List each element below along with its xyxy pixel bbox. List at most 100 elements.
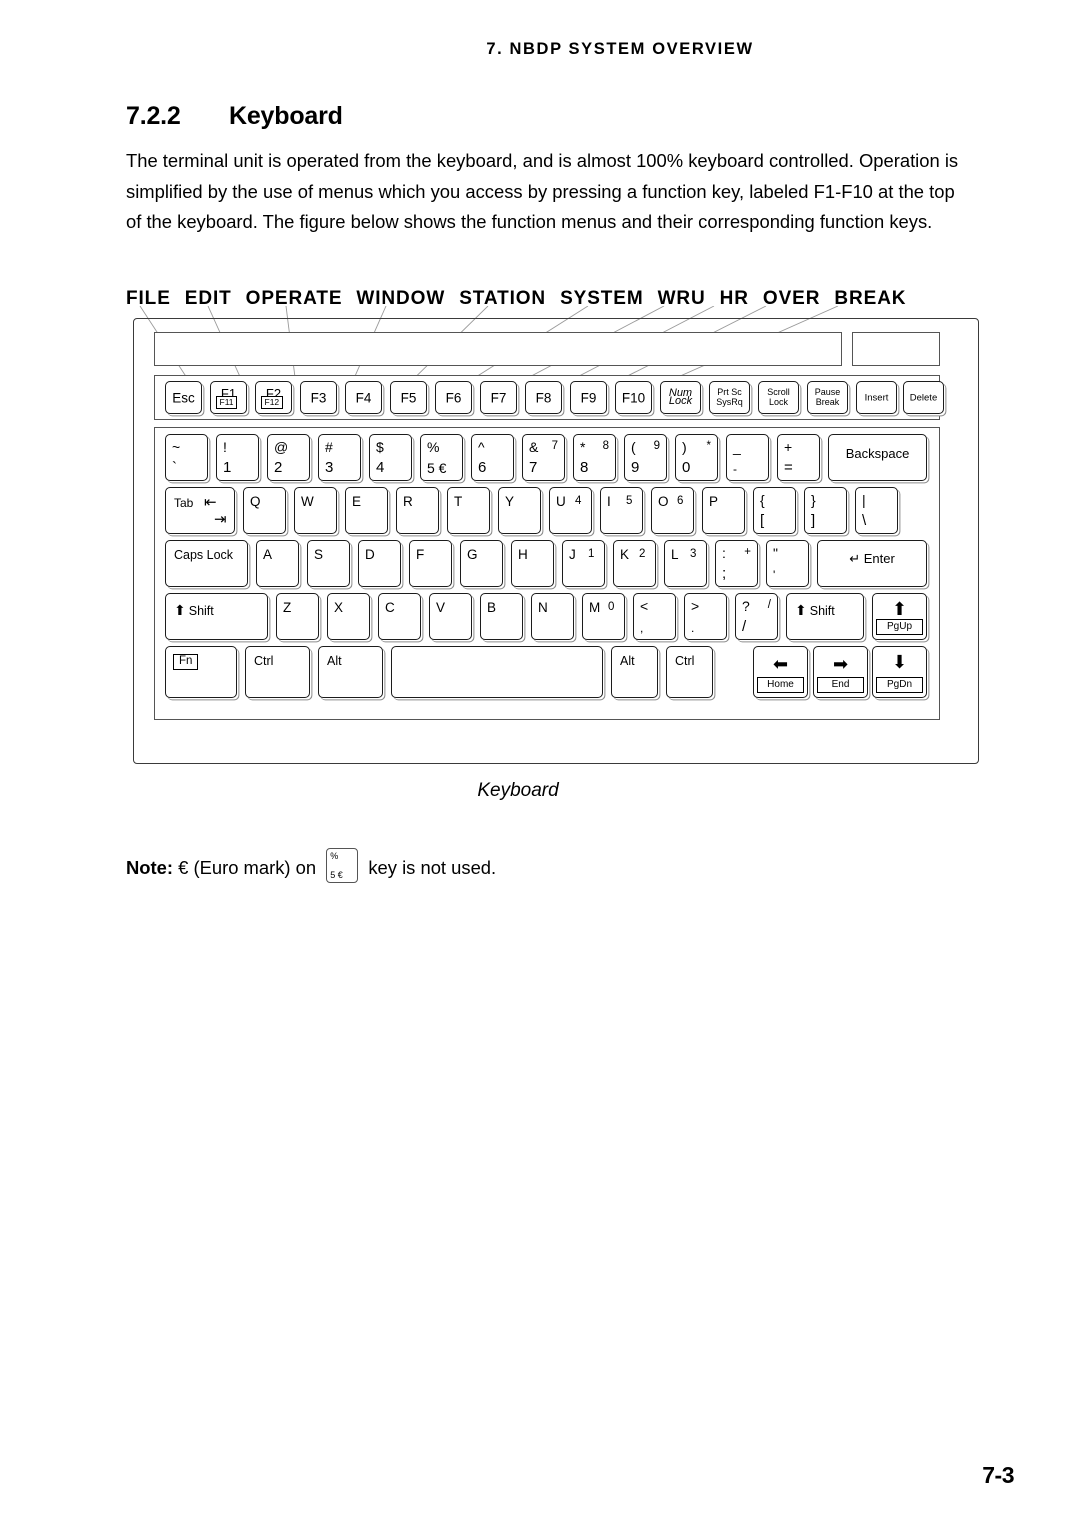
menu-item-over: OVER bbox=[762, 288, 821, 309]
key-esc[interactable]: Esc bbox=[165, 381, 202, 414]
key-3[interactable]: # 3 bbox=[318, 434, 361, 481]
key-z[interactable]: Z bbox=[276, 593, 319, 640]
key-p[interactable]: P bbox=[702, 487, 745, 534]
figure-caption: Keyboard bbox=[477, 780, 559, 801]
key-o[interactable]: O 6 bbox=[651, 487, 694, 534]
key-scroll-lock[interactable]: Scroll Lock bbox=[758, 381, 799, 414]
key-i[interactable]: I 5 bbox=[600, 487, 643, 534]
key-backslash[interactable]: | \ bbox=[855, 487, 898, 534]
key-s[interactable]: S bbox=[307, 540, 350, 587]
key-period[interactable]: > . bbox=[684, 593, 727, 640]
key-c[interactable]: C bbox=[378, 593, 421, 640]
key-caps-lock[interactable]: Caps Lock bbox=[165, 540, 248, 587]
key-f7[interactable]: F7 bbox=[480, 381, 517, 414]
key-num-lock-line2: Lock bbox=[668, 395, 693, 407]
key-f3[interactable]: F3 bbox=[300, 381, 337, 414]
key-arrow-left[interactable]: ⬅ Home bbox=[753, 646, 808, 698]
key-6[interactable]: ^ 6 bbox=[471, 434, 514, 481]
note-text-before: € (Euro mark) on bbox=[178, 857, 317, 878]
key-fn[interactable]: Fn bbox=[165, 646, 237, 698]
key-n[interactable]: N bbox=[531, 593, 574, 640]
key-w[interactable]: W bbox=[294, 487, 337, 534]
running-head: 7. NBDP SYSTEM OVERVIEW bbox=[486, 40, 754, 58]
key-f8[interactable]: F8 bbox=[525, 381, 562, 414]
key-g[interactable]: G bbox=[460, 540, 503, 587]
key-b[interactable]: B bbox=[480, 593, 523, 640]
key-f10[interactable]: F10 bbox=[615, 381, 652, 414]
key-m[interactable]: M 0 bbox=[582, 593, 625, 640]
key-9[interactable]: ( 9 9 bbox=[624, 434, 667, 481]
key-7-lower: 7 bbox=[529, 459, 538, 476]
key-alt-left[interactable]: Alt bbox=[318, 646, 383, 698]
key-quote[interactable]: " ' bbox=[766, 540, 809, 587]
key-enter[interactable]: ↵ Enter bbox=[817, 540, 927, 587]
key-ctrl-right[interactable]: Ctrl bbox=[666, 646, 713, 698]
key-f6[interactable]: F6 bbox=[435, 381, 472, 414]
key-grave[interactable]: ~ ` bbox=[165, 434, 208, 481]
key-quote-upper: " bbox=[773, 545, 778, 561]
key-t[interactable]: T bbox=[447, 487, 490, 534]
key-0[interactable]: ) * 0 bbox=[675, 434, 718, 481]
key-delete[interactable]: Delete bbox=[903, 381, 944, 414]
key-a[interactable]: A bbox=[256, 540, 299, 587]
key-ctrl-left[interactable]: Ctrl bbox=[245, 646, 310, 698]
key-1[interactable]: ! 1 bbox=[216, 434, 259, 481]
key-j[interactable]: J 1 bbox=[562, 540, 605, 587]
key-y[interactable]: Y bbox=[498, 487, 541, 534]
key-equals[interactable]: + = bbox=[777, 434, 820, 481]
key-d[interactable]: D bbox=[358, 540, 401, 587]
key-bracket-right-lower: ] bbox=[811, 512, 816, 529]
key-f4[interactable]: F4 bbox=[345, 381, 382, 414]
key-arrow-down[interactable]: ⬇ PgDn bbox=[872, 646, 927, 698]
key-l[interactable]: L 3 bbox=[664, 540, 707, 587]
key-r[interactable]: R bbox=[396, 487, 439, 534]
key-backspace[interactable]: Backspace bbox=[828, 434, 927, 481]
key-comma[interactable]: < , bbox=[633, 593, 676, 640]
key-f5[interactable]: F5 bbox=[390, 381, 427, 414]
key-e[interactable]: E bbox=[345, 487, 388, 534]
key-shift-left[interactable]: ⬆ Shift bbox=[165, 593, 268, 640]
key-bracket-left[interactable]: { [ bbox=[753, 487, 796, 534]
key-pause-break[interactable]: Pause Break bbox=[807, 381, 848, 414]
key-num-lock[interactable]: Num Lock bbox=[660, 381, 701, 414]
menu-item-file: FILE bbox=[126, 288, 171, 309]
key-2-upper: @ bbox=[274, 439, 289, 455]
key-shift-left-wrap: ⬆ Shift bbox=[174, 602, 214, 619]
key-x[interactable]: X bbox=[327, 593, 370, 640]
key-arrow-right[interactable]: ➡ End bbox=[813, 646, 868, 698]
note-key-lower: 5 € bbox=[330, 870, 343, 880]
key-bracket-right[interactable]: } ] bbox=[804, 487, 847, 534]
key-6-lower: 6 bbox=[478, 459, 487, 476]
key-shift-right-wrap: ⬆ Shift bbox=[795, 602, 835, 619]
key-f[interactable]: F bbox=[409, 540, 452, 587]
key-arrow-up[interactable]: ⬆ PgUp bbox=[872, 593, 927, 640]
key-7[interactable]: & 7 7 bbox=[522, 434, 565, 481]
key-enter-label: Enter bbox=[863, 551, 895, 566]
key-5[interactable]: % 5 € bbox=[420, 434, 463, 481]
key-8[interactable]: * 8 8 bbox=[573, 434, 616, 481]
key-k[interactable]: K 2 bbox=[613, 540, 656, 587]
key-q[interactable]: Q bbox=[243, 487, 286, 534]
key-tab[interactable]: Tab ⇤ ⇥ bbox=[165, 487, 235, 534]
key-2[interactable]: @ 2 bbox=[267, 434, 310, 481]
display-strip-small bbox=[852, 332, 940, 366]
key-d-label: D bbox=[365, 547, 375, 562]
key-f1[interactable]: F1 F11 bbox=[210, 381, 247, 414]
key-minus[interactable]: _ - bbox=[726, 434, 769, 481]
key-space[interactable] bbox=[391, 646, 603, 698]
key-4[interactable]: $ 4 bbox=[369, 434, 412, 481]
key-shift-right[interactable]: ⬆ Shift bbox=[786, 593, 864, 640]
key-alt-right[interactable]: Alt bbox=[611, 646, 658, 698]
key-f9[interactable]: F9 bbox=[570, 381, 607, 414]
key-f2[interactable]: F2 F12 bbox=[255, 381, 292, 414]
key-insert[interactable]: Insert bbox=[856, 381, 897, 414]
key-minus-upper: _ bbox=[733, 439, 741, 455]
key-9-upper: ( bbox=[631, 439, 636, 455]
key-print-screen[interactable]: Prt Sc SysRq bbox=[709, 381, 750, 414]
key-u[interactable]: U 4 bbox=[549, 487, 592, 534]
key-semicolon[interactable]: : + ; bbox=[715, 540, 758, 587]
key-h[interactable]: H bbox=[511, 540, 554, 587]
key-slash[interactable]: ? / / bbox=[735, 593, 778, 640]
key-v[interactable]: V bbox=[429, 593, 472, 640]
menu-item-operate: OPERATE bbox=[245, 288, 343, 309]
